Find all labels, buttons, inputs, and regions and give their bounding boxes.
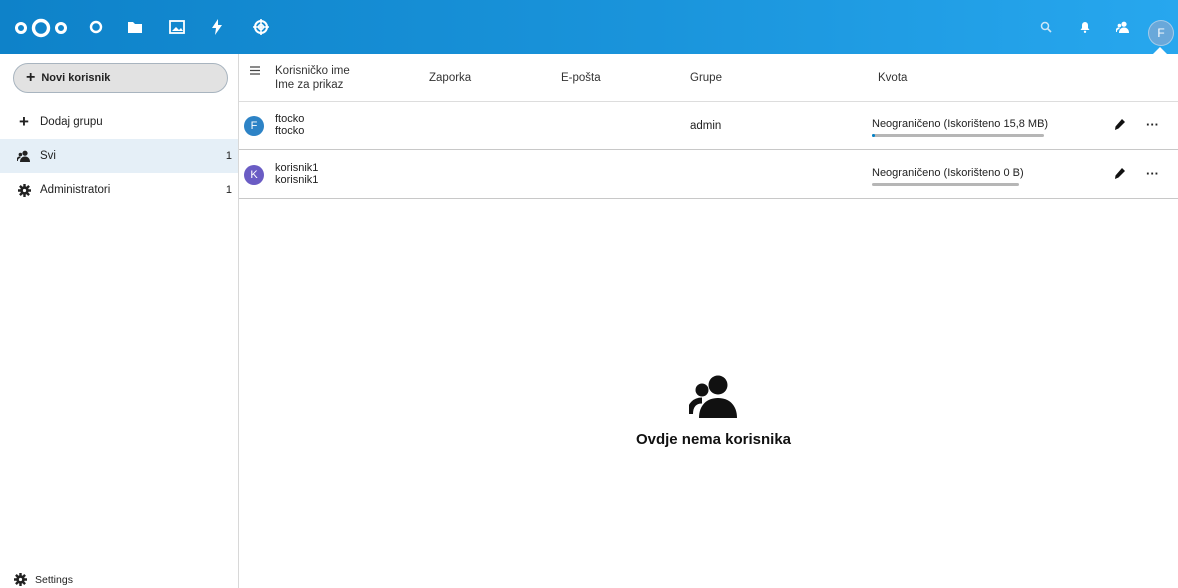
column-menu-icon[interactable] <box>250 66 260 78</box>
username: korisnik1 <box>275 162 319 174</box>
new-user-label: Novi korisnik <box>41 72 111 84</box>
empty-state: Ovdje nema korisnika <box>239 374 1178 448</box>
display-name: ftocko <box>275 125 305 137</box>
new-user-button[interactable]: + Novi korisnik <box>13 63 228 93</box>
plus-icon: + <box>26 69 36 86</box>
add-group-label: Dodaj grupu <box>40 116 103 128</box>
quota-text: Neograničeno (Iskorišteno 0 B) <box>872 167 1024 179</box>
settings-button[interactable]: Settings <box>14 573 73 586</box>
column-header-groups: Grupe <box>690 72 722 84</box>
empty-message: Ovdje nema korisnika <box>635 431 792 448</box>
quota-bar-fill <box>872 134 876 137</box>
users-table: Korisničko ime Ime za prikaz Zaporka E-p… <box>239 54 1178 588</box>
column-header-password: Zaporka <box>429 72 472 84</box>
sidebar-item-count: 1 <box>225 184 232 196</box>
sidebar-item-label: Svi <box>40 150 56 162</box>
top-header: F <box>0 0 1178 54</box>
help-icon[interactable] <box>250 16 272 38</box>
sidebar-item-administrators[interactable]: Administratori 1 <box>0 173 238 207</box>
gear-icon <box>14 573 27 586</box>
quota-text: Neograničeno (Iskorišteno 15,8 MB) <box>872 118 1049 130</box>
username-header: Korisničko ime <box>275 65 350 77</box>
menu-caret <box>1153 47 1167 54</box>
dashboard-icon[interactable] <box>85 16 107 38</box>
quota-cell[interactable]: Neograničeno (Iskorišteno 15,8 MB) <box>872 118 1049 137</box>
user-names: ftocko ftocko <box>275 113 304 137</box>
notifications-icon[interactable] <box>1076 18 1094 36</box>
search-icon[interactable] <box>1037 18 1055 36</box>
display-name-header: Ime za prikaz <box>275 79 344 91</box>
sidebar-item-all-users[interactable]: Svi 1 <box>0 139 238 173</box>
activity-icon[interactable] <box>206 16 228 38</box>
column-header-email: E-pošta <box>561 72 601 84</box>
quota-bar <box>872 134 1044 137</box>
column-header-quota: Kvota <box>878 72 908 84</box>
table-row[interactable]: K korisnik1 korisnik1 Neograničeno (Isko… <box>239 151 1178 199</box>
quota-cell[interactable]: Neograničeno (Iskorišteno 0 B) <box>872 167 1047 186</box>
avatar: K <box>244 165 264 185</box>
settings-label: Settings <box>35 573 73 586</box>
table-header: Korisničko ime Ime za prikaz Zaporka E-p… <box>239 54 1178 102</box>
sidebar: + Novi korisnik + Dodaj grupu Svi 1 Admi… <box>0 54 239 588</box>
more-options-icon[interactable]: ··· <box>1146 166 1159 181</box>
more-options-icon[interactable]: ··· <box>1146 117 1159 132</box>
username: ftocko <box>275 113 305 125</box>
user-avatar[interactable]: F <box>1148 20 1174 46</box>
contacts-icon[interactable] <box>1114 18 1132 36</box>
user-names: korisnik1 korisnik1 <box>275 162 318 186</box>
table-row[interactable]: F ftocko ftocko admin Neograničeno (Isko… <box>239 102 1178 150</box>
gear-icon <box>16 183 32 197</box>
sidebar-item-count: 1 <box>225 150 232 162</box>
photos-icon[interactable] <box>166 16 188 38</box>
add-group-button[interactable]: + Dodaj grupu <box>0 105 238 139</box>
plus-icon: + <box>19 112 29 131</box>
files-icon[interactable] <box>124 16 146 38</box>
user-groups[interactable]: admin <box>690 120 721 132</box>
nextcloud-logo[interactable] <box>14 18 70 41</box>
avatar: F <box>244 116 264 136</box>
quota-bar <box>872 183 1019 186</box>
users-icon <box>686 374 739 421</box>
edit-pencil-icon[interactable] <box>1114 119 1125 133</box>
display-name: korisnik1 <box>275 174 319 186</box>
edit-pencil-icon[interactable] <box>1114 168 1125 182</box>
column-header-username: Korisničko ime Ime za prikaz <box>275 64 350 92</box>
users-icon <box>16 150 32 162</box>
sidebar-item-label: Administratori <box>40 184 111 196</box>
